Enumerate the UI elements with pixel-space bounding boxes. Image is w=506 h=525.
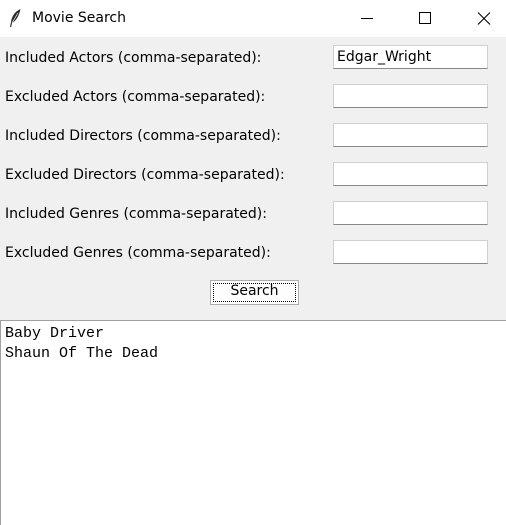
included-actors-input[interactable]	[333, 45, 488, 69]
window-title: Movie Search	[32, 10, 126, 26]
excluded-genres-input[interactable]	[333, 240, 488, 264]
excluded-directors-input[interactable]	[333, 162, 488, 186]
excluded-actors-row: Excluded Actors (comma-separated):	[0, 83, 506, 111]
maximize-button[interactable]	[396, 0, 454, 37]
minimize-icon	[361, 18, 373, 19]
excluded-genres-label: Excluded Genres (comma-separated):	[5, 245, 271, 261]
excluded-genres-row: Excluded Genres (comma-separated):	[0, 239, 506, 267]
maximize-icon	[419, 12, 431, 24]
included-actors-row: Included Actors (comma-separated):	[0, 44, 506, 72]
title-bar[interactable]: Movie Search	[0, 0, 506, 37]
included-genres-row: Included Genres (comma-separated):	[0, 200, 506, 228]
close-icon	[477, 12, 491, 25]
feather-icon	[8, 8, 22, 28]
excluded-directors-row: Excluded Directors (comma-separated):	[0, 161, 506, 189]
included-directors-input[interactable]	[333, 123, 488, 147]
included-directors-row: Included Directors (comma-separated):	[0, 122, 506, 150]
excluded-actors-input[interactable]	[333, 84, 488, 108]
minimize-button[interactable]	[338, 0, 396, 37]
included-genres-label: Included Genres (comma-separated):	[5, 206, 267, 222]
included-genres-input[interactable]	[333, 201, 488, 225]
search-button[interactable]: Search	[210, 280, 299, 305]
results-text-area[interactable]: Baby Driver Shaun Of The Dead	[0, 320, 506, 525]
included-directors-label: Included Directors (comma-separated):	[5, 128, 281, 144]
result-line: Baby Driver	[5, 325, 105, 342]
app-window: Movie Search Included Actors (comma-sepa…	[0, 0, 506, 525]
result-line: Shaun Of The Dead	[5, 345, 159, 362]
excluded-directors-label: Excluded Directors (comma-separated):	[5, 167, 285, 183]
included-actors-label: Included Actors (comma-separated):	[5, 50, 262, 66]
close-button[interactable]	[454, 0, 506, 37]
search-button-label: Search	[230, 283, 279, 299]
excluded-actors-label: Excluded Actors (comma-separated):	[5, 89, 266, 105]
